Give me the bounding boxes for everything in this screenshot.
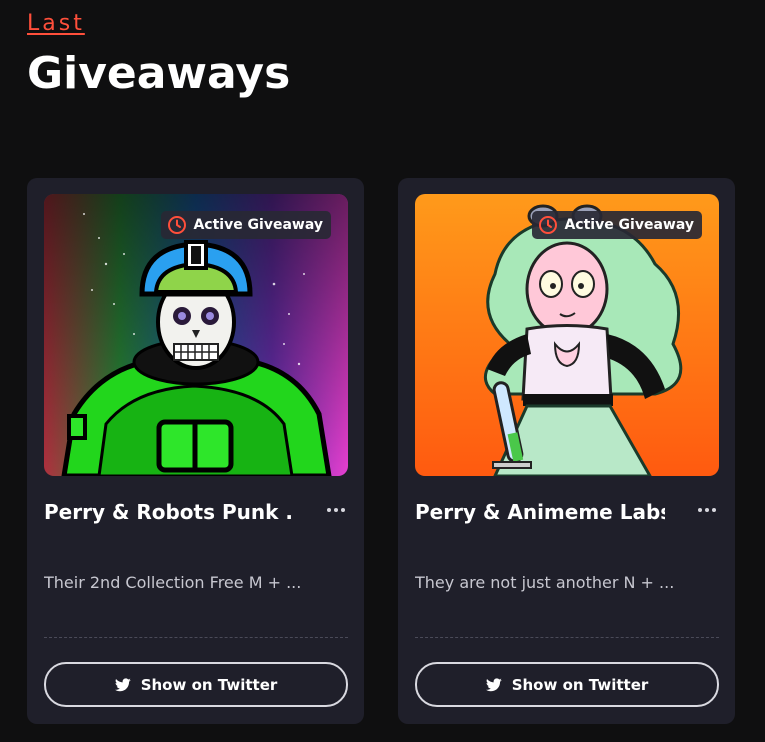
page-title: Giveaways [27, 48, 291, 99]
more-options-button[interactable] [324, 500, 348, 520]
giveaway-card[interactable]: Active Giveaway Perry & Animeme Labs... … [398, 178, 735, 724]
more-horizontal-icon [698, 508, 702, 512]
more-horizontal-icon [327, 508, 331, 512]
nft-image[interactable]: Active Giveaway [44, 194, 348, 476]
divider [44, 637, 348, 638]
button-label: Show on Twitter [511, 675, 649, 694]
clock-icon [167, 215, 187, 235]
card-title: Perry & Animeme Labs... [415, 500, 665, 524]
giveaway-card[interactable]: Active Giveaway Perry & Robots Punk ... … [27, 178, 364, 724]
badge-label: Active Giveaway [193, 217, 323, 233]
more-options-button[interactable] [695, 500, 719, 520]
active-giveaway-badge: Active Giveaway [161, 211, 331, 239]
badge-label: Active Giveaway [564, 217, 694, 233]
nft-image[interactable]: Active Giveaway [415, 194, 719, 476]
card-description: They are not just another N + ... [415, 573, 675, 592]
button-label: Show on Twitter [140, 675, 278, 694]
active-giveaway-badge: Active Giveaway [532, 211, 702, 239]
show-on-twitter-button[interactable]: Show on Twitter [44, 662, 348, 707]
divider [415, 637, 719, 638]
twitter-icon [485, 677, 502, 692]
twitter-icon [114, 677, 131, 692]
card-title: Perry & Robots Punk ... [44, 500, 294, 524]
clock-icon [538, 215, 558, 235]
page: Last Giveaways Active Giveaway Perry & R… [0, 0, 765, 742]
show-on-twitter-button[interactable]: Show on Twitter [415, 662, 719, 707]
card-description: Their 2nd Collection Free M + ... [44, 573, 302, 592]
last-link[interactable]: Last [27, 11, 85, 36]
